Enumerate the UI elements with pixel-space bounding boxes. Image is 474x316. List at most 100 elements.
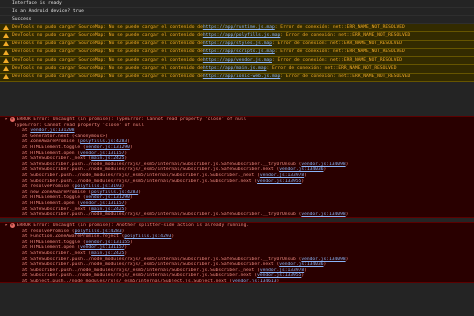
stack-frame-text: at SafeSubscriber._next (: [22, 156, 92, 162]
source-link[interactable]: main.js:2425: [91, 156, 124, 161]
stack-frame-text: at HTMLElement.toggle (: [22, 144, 86, 150]
source-link[interactable]: vendor.js:131290: [86, 145, 130, 150]
stack-frame-close: ): [129, 195, 133, 201]
sourcemap-link[interactable]: https://app/main.js.map: [203, 65, 267, 72]
stack-frame-close: ): [138, 189, 141, 195]
source-link[interactable]: main.js:2425: [91, 207, 124, 212]
warning-icon: [3, 57, 9, 64]
error-message-2: ▸ERROR Error: Uncaught (in promise): Ano…: [0, 222, 474, 283]
expand-triangle-icon[interactable]: ▸: [5, 117, 8, 123]
source-link[interactable]: polyfills.js:4283: [75, 229, 122, 234]
expand-triangle-icon[interactable]: ▸: [5, 223, 8, 229]
source-link[interactable]: vendor.js:134098: [301, 162, 345, 167]
warning-suffix: : Error de conexión: net::ERR_NAME_NOT_R…: [274, 49, 405, 55]
warning-text: DevTools no pudo cargar SourceMap: No se…: [12, 49, 203, 55]
source-link[interactable]: polyfills.js:4293: [124, 234, 171, 239]
warning-icon: [3, 66, 9, 72]
warning-text: DevTools no pudo cargar SourceMap: No se…: [12, 57, 203, 63]
stack-frame-close: ): [124, 156, 128, 162]
source-link[interactable]: vendor.js:134613: [232, 279, 276, 282]
source-link[interactable]: vendor.js:131290: [86, 195, 130, 200]
source-link[interactable]: vendor.js:133955: [257, 273, 301, 278]
stack-frame-text: at new ZoneAwarePromise (: [22, 189, 92, 195]
warning-row: DevTools no pudo cargar SourceMap: No se…: [0, 24, 474, 33]
stack-frame-close: ): [301, 273, 305, 279]
stack-frame-text: at SafeSubscriber.push../node_modules/rx…: [22, 212, 302, 218]
console-log-line: Interface is ready: [0, 0, 474, 8]
warning-icon: [3, 41, 9, 47]
source-link[interactable]: vendor.js:133978: [260, 173, 304, 178]
stack-frame-text: at ZoneAwarePromise (: [22, 139, 81, 145]
stack-frame-text: at Generator.next (<anonymous>): [22, 133, 108, 139]
devtools-console: Interface is ready Is an Android device?…: [0, 0, 474, 316]
warning-text: DevTools no pudo cargar SourceMap: No se…: [12, 32, 203, 38]
source-link[interactable]: vendor.js:133955: [257, 179, 301, 184]
stack-frame-close: ): [276, 278, 280, 283]
stack-frame-text: at HTMLElement.open (: [22, 200, 81, 206]
source-link[interactable]: vendor.js:131157: [80, 151, 124, 156]
stack-frame-text: at SafeSubscriber.push../node_modules/rx…: [22, 161, 302, 167]
sourcemap-link[interactable]: https://app/scripts.js.map: [203, 49, 275, 56]
stack-frame-text: at HTMLElement.toggle (: [22, 239, 86, 245]
source-link[interactable]: vendor.js:133978: [260, 268, 304, 273]
warning-row: DevTools no pudo cargar SourceMap: No se…: [0, 65, 474, 74]
warning-suffix: : Error de conexión: net::ERR_NAME_NOT_R…: [266, 65, 397, 71]
stack-frame-close: ): [124, 206, 128, 212]
sourcemap-link[interactable]: https://app/ionic-web.js.map: [203, 74, 280, 81]
stack-frame-text: at SafeSubscriber._next (: [22, 206, 92, 212]
stack-frame-text: at SafeSubscriber.push../node_modules/rx…: [22, 167, 280, 173]
stack-frame-text: at Function.ZoneAwarePromise.reject (: [22, 234, 125, 240]
console-empty-area: [0, 284, 474, 316]
stack-frame-text: at HTMLElement.open (: [22, 150, 81, 156]
source-link[interactable]: vendor.js:131155: [86, 240, 130, 245]
source-link[interactable]: polyfills.js:4283: [91, 190, 138, 195]
source-link[interactable]: vendor.js:131208: [30, 128, 74, 133]
source-link[interactable]: main.js:2425: [91, 251, 124, 256]
stack-frame-text: at Subscriber.push../node_modules/rxjs/_…: [22, 267, 260, 273]
stack-frame-close: ): [304, 267, 307, 273]
stack-frame: at Subject.push../node_modules/rxjs/_esm…: [0, 278, 474, 283]
sourcemap-link[interactable]: https://app/styles.js.map: [203, 41, 272, 48]
stack-frame-close: ): [345, 161, 349, 167]
warning-text: DevTools no pudo cargar SourceMap: No se…: [12, 41, 203, 47]
warning-suffix: : Error de conexión: net::ERR_NAME_NOT_R…: [280, 32, 411, 38]
stack-frame-close: ): [124, 200, 128, 206]
stack-frame-close: ): [323, 167, 327, 173]
sourcemap-link[interactable]: https://app/vendor.js.map: [203, 57, 272, 64]
stack-frame-close: ): [124, 250, 128, 256]
warning-suffix: : Error de conexión: net::ERR_NAME_NOT_R…: [272, 57, 402, 63]
stack-frame-text: at SafeSubscriber.push../node_modules/rx…: [22, 262, 280, 268]
stack-frame-text: at Subscriber.push../node_modules/rxjs/_…: [22, 273, 258, 279]
source-link[interactable]: vendor.js:131157: [80, 201, 124, 206]
stack-frame-close: ): [129, 144, 133, 150]
warning-suffix: : Error de conexión: net::ERR_NAME_NOT_R…: [274, 24, 405, 30]
stack-frame-text: at SafeSubscriber.push../node_modules/rx…: [22, 256, 302, 262]
stack-frame-text: at HTMLElement.open (: [22, 245, 81, 251]
warning-row: DevTools no pudo cargar SourceMap: No se…: [0, 57, 474, 66]
source-link[interactable]: vendor.js:134098: [301, 257, 345, 262]
warning-row: DevTools no pudo cargar SourceMap: No se…: [0, 73, 474, 83]
warning-icon: [3, 74, 9, 80]
sourcemap-link[interactable]: https://app/runtime.js.map: [203, 24, 275, 31]
source-link[interactable]: vendor.js:134098: [301, 212, 345, 217]
stack-frame-close: ): [304, 172, 307, 178]
source-link[interactable]: vendor.js:134036: [279, 262, 323, 267]
source-link[interactable]: vendor.js:134036: [279, 167, 323, 172]
stack-frame-text: at resolvePromise (: [22, 228, 75, 234]
stack-frame-text: at resolvePromise (: [22, 184, 75, 190]
sourcemap-link[interactable]: https://app/polyfills.js.map: [203, 32, 280, 39]
warning-icon: [3, 32, 9, 39]
warning-icon: [3, 24, 9, 31]
warning-suffix: : Error de conexión: net::ERR_NAME_NOT_R…: [272, 41, 402, 47]
stack-frame-text: at Subscriber.push../node_modules/rxjs/_…: [22, 178, 258, 184]
source-link[interactable]: polyfills.js:4283: [80, 139, 127, 144]
warning-row: DevTools no pudo cargar SourceMap: No se…: [0, 32, 474, 41]
stack-frame-close: ): [171, 234, 175, 240]
stack-frame-text: at SafeSubscriber._next (: [22, 250, 92, 256]
source-link[interactable]: vendor.js:131157: [80, 245, 124, 250]
stack-frame-close: ): [345, 212, 349, 218]
stack-frame-close: ): [323, 262, 327, 268]
stack-frame-close: ): [121, 228, 125, 234]
warning-icon: [3, 49, 9, 56]
source-link[interactable]: polyfills.js:3193: [75, 184, 122, 189]
